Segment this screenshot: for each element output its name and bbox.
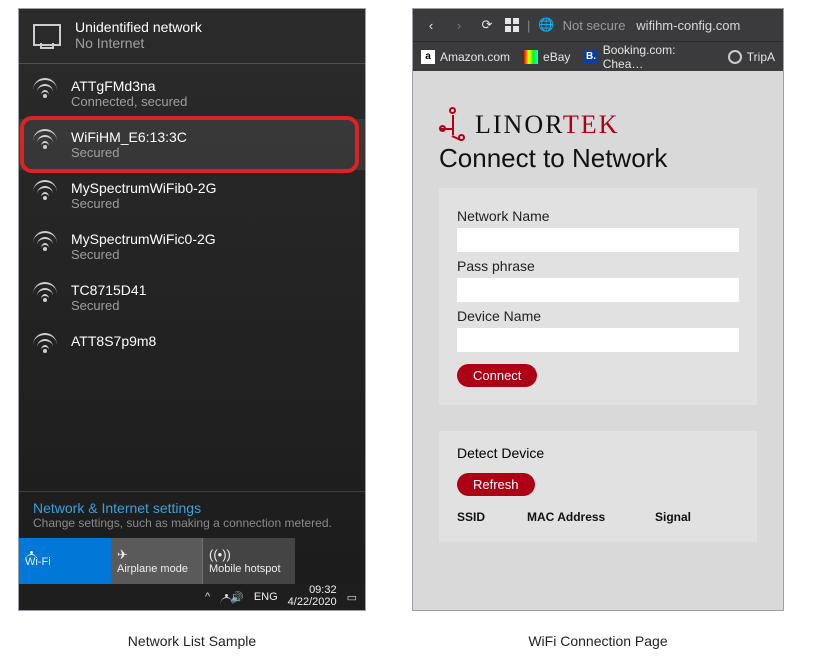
bookmark-tripadvisor[interactable]: TripA <box>728 50 775 64</box>
passphrase-input[interactable] <box>457 278 739 302</box>
col-signal: Signal <box>655 510 715 524</box>
network-name: MySpectrumWiFib0-2G <box>71 180 216 196</box>
bookmark-booking[interactable]: B.Booking.com: Chea… <box>584 43 713 71</box>
globe-icon: 🌐 <box>538 17 554 33</box>
detect-panel: Detect Device Refresh SSID MAC Address S… <box>439 431 757 542</box>
back-button[interactable]: ‹ <box>421 18 441 33</box>
label-device-name: Device Name <box>457 308 739 324</box>
chevron-up-icon[interactable]: ^ <box>205 591 210 603</box>
network-item[interactable]: MySpectrumWiFib0-2GSecured <box>19 170 365 221</box>
network-flyout: Unidentified network No Internet ATTgFMd… <box>18 8 366 611</box>
monitor-icon <box>33 24 61 46</box>
tile-label: Airplane mode <box>117 563 196 575</box>
network-status: Connected, secured <box>71 94 187 109</box>
page-content: LINORTEK Connect to Network Network Name… <box>413 71 783 562</box>
bookmark-amazon[interactable]: aAmazon.com <box>421 50 510 64</box>
settings-title: Network & Internet settings <box>33 500 351 516</box>
unidentified-title: Unidentified network <box>75 19 202 35</box>
forward-button[interactable]: › <box>449 18 469 33</box>
detect-heading: Detect Device <box>457 445 739 461</box>
device-table-header: SSID MAC Address Signal <box>457 510 739 524</box>
tile-airplane[interactable]: ✈ Airplane mode <box>111 538 203 584</box>
brand-text: LINORTEK <box>475 110 619 140</box>
tile-wifi[interactable]: Wi-Fi <box>19 538 111 584</box>
bookmark-label: Booking.com: Chea… <box>603 43 714 71</box>
label-passphrase: Pass phrase <box>457 258 739 274</box>
network-item[interactable]: ATTgFMd3naConnected, secured <box>19 68 365 119</box>
clock[interactable]: 09:32 4/22/2020 <box>288 585 337 608</box>
notifications-icon[interactable]: ▭ <box>347 591 357 604</box>
wifi-icon <box>33 129 57 149</box>
network-item[interactable]: MySpectrumWiFic0-2GSecured <box>19 221 365 272</box>
tile-label: Mobile hotspot <box>209 563 289 575</box>
lang-indicator[interactable]: ENG <box>254 591 278 603</box>
settings-subtitle: Change settings, such as making a connec… <box>33 516 351 530</box>
network-name: TC8715D41 <box>71 282 147 298</box>
airplane-icon: ✈ <box>117 548 196 561</box>
bookmarks-bar: aAmazon.com eBay B.Booking.com: Chea… Tr… <box>413 41 783 71</box>
network-name: ATTgFMd3na <box>71 78 187 94</box>
tile-hotspot[interactable]: ((•)) Mobile hotspot <box>203 538 295 584</box>
logo: LINORTEK <box>439 107 757 143</box>
network-name: MySpectrumWiFic0-2G <box>71 231 216 247</box>
wifi-icon <box>33 282 57 302</box>
page-heading: Connect to Network <box>439 143 757 174</box>
caption-left: Network List Sample <box>18 633 366 649</box>
device-name-input[interactable] <box>457 328 739 352</box>
bookmark-label: TripA <box>747 50 775 64</box>
network-status: Secured <box>71 247 216 262</box>
network-header: Unidentified network No Internet <box>19 9 365 64</box>
network-item[interactable]: ATT8S7p9m8 <box>19 323 365 355</box>
network-status: Secured <box>71 145 187 160</box>
logo-icon <box>439 107 467 143</box>
separator: | <box>527 18 530 33</box>
wifi-icon <box>33 333 57 353</box>
quick-tiles: Wi-Fi ✈ Airplane mode ((•)) Mobile hotsp… <box>19 538 365 584</box>
apps-icon[interactable] <box>505 18 519 32</box>
not-secure-label: Not secure <box>563 18 626 33</box>
network-item-selected[interactable]: WiFiHM_E6:13:3CSecured <box>19 119 365 170</box>
hotspot-icon: ((•)) <box>209 548 289 561</box>
bookmark-ebay[interactable]: eBay <box>524 50 570 64</box>
network-status: Secured <box>71 196 216 211</box>
network-name: WiFiHM_E6:13:3C <box>71 129 187 145</box>
url-text: wifihm-config.com <box>636 18 740 33</box>
bookmark-label: Amazon.com <box>440 50 510 64</box>
address-bar[interactable]: Not secure wifihm-config.com <box>563 18 741 33</box>
wifi-icon <box>33 180 57 200</box>
connect-form: Network Name Pass phrase Device Name Con… <box>439 188 757 405</box>
tray-date: 4/22/2020 <box>288 597 337 609</box>
caption-right: WiFi Connection Page <box>412 633 784 649</box>
browser-toolbar: ‹ › ⟳ | 🌐 Not secure wifihm-config.com <box>413 9 783 41</box>
speaker-icon[interactable]: 🔊 <box>230 591 244 604</box>
network-list: ATTgFMd3naConnected, secured WiFiHM_E6:1… <box>19 64 365 355</box>
unidentified-subtitle: No Internet <box>75 35 202 51</box>
network-name-input[interactable] <box>457 228 739 252</box>
network-settings-link[interactable]: Network & Internet settings Change setti… <box>19 491 365 538</box>
col-ssid: SSID <box>457 510 509 524</box>
network-item[interactable]: TC8715D41Secured <box>19 272 365 323</box>
col-mac: MAC Address <box>527 510 637 524</box>
label-network-name: Network Name <box>457 208 739 224</box>
network-name: ATT8S7p9m8 <box>71 333 156 349</box>
network-status: Secured <box>71 298 147 313</box>
bookmark-label: eBay <box>543 50 570 64</box>
wifi-icon <box>33 231 57 251</box>
system-tray: ^ 🔊 ENG 09:32 4/22/2020 ▭ <box>19 584 365 610</box>
reload-button[interactable]: ⟳ <box>477 17 497 33</box>
connect-button[interactable]: Connect <box>457 364 537 387</box>
wifi-icon <box>33 78 57 98</box>
browser-window: ‹ › ⟳ | 🌐 Not secure wifihm-config.com a… <box>412 8 784 611</box>
refresh-button[interactable]: Refresh <box>457 473 535 496</box>
